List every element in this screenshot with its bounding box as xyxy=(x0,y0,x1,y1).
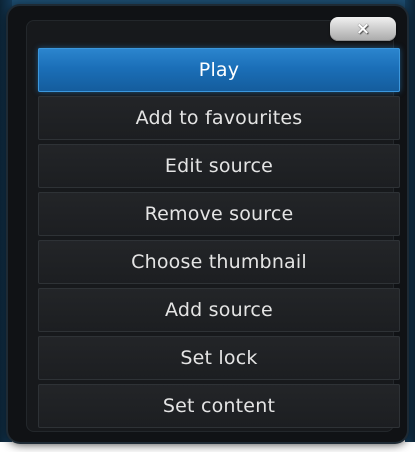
menu-item-label: Play xyxy=(198,59,240,81)
menu-item-label: Add to favourites xyxy=(135,107,303,129)
menu-item-set-content[interactable]: Set content xyxy=(38,384,400,428)
menu-item-edit-source[interactable]: Edit source xyxy=(38,144,400,188)
menu-item-set-lock[interactable]: Set lock xyxy=(38,336,400,380)
close-icon: × xyxy=(355,19,371,39)
close-button[interactable]: × xyxy=(330,17,396,41)
menu-item-choose-thumbnail[interactable]: Choose thumbnail xyxy=(38,240,400,284)
menu-item-label: Add source xyxy=(165,299,273,321)
context-menu-list: Play Add to favourites Edit source Remov… xyxy=(38,48,400,432)
menu-item-add-to-favourites[interactable]: Add to favourites xyxy=(38,96,400,140)
menu-item-add-source[interactable]: Add source xyxy=(38,288,400,332)
menu-item-label: Choose thumbnail xyxy=(131,251,307,273)
menu-item-remove-source[interactable]: Remove source xyxy=(38,192,400,236)
menu-item-label: Set lock xyxy=(180,347,258,369)
menu-item-label: Set content xyxy=(162,395,276,417)
menu-item-label: Edit source xyxy=(164,155,274,177)
menu-item-play[interactable]: Play xyxy=(38,48,400,92)
menu-item-label: Remove source xyxy=(144,203,294,225)
